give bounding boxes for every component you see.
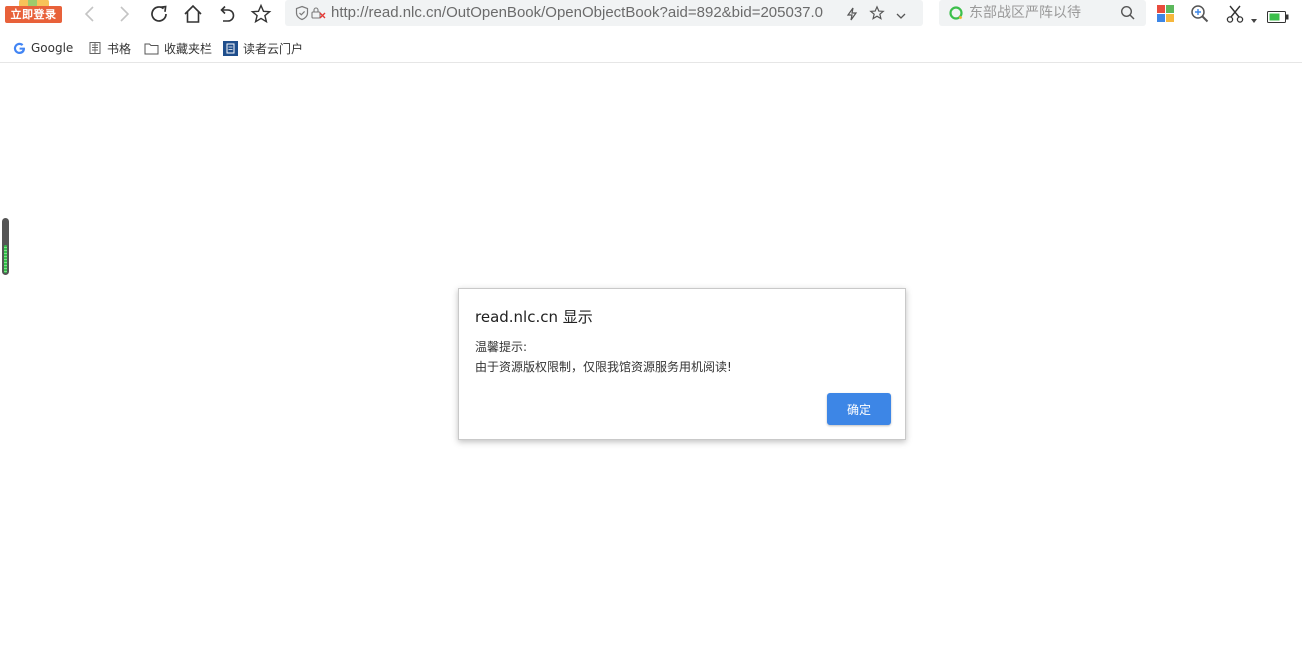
bookmark-star-icon[interactable]	[869, 5, 885, 25]
bookmark-label: Google	[31, 41, 74, 55]
folder-icon	[144, 42, 159, 55]
search-engine-icon[interactable]	[948, 5, 964, 25]
battery-icon[interactable]	[1267, 8, 1289, 27]
url-text[interactable]: http://read.nlc.cn/OutOpenBook/OpenObjec…	[331, 4, 839, 22]
insecure-connection-icon[interactable]	[310, 5, 326, 25]
search-input[interactable]	[969, 3, 1115, 23]
undo-icon	[216, 3, 238, 25]
back-button[interactable]	[78, 2, 102, 26]
forward-arrow-icon	[114, 4, 134, 24]
bookmark-label: 书格	[107, 41, 132, 56]
reader-cloud-icon	[223, 40, 238, 56]
dialog-title: read.nlc.cn 显示	[475, 308, 593, 326]
alert-dialog: read.nlc.cn 显示 温馨提示: 由于资源版权限制，仅限我馆资源服务用机…	[458, 288, 906, 440]
shield-icon[interactable]	[294, 5, 310, 25]
reload-button[interactable]	[147, 2, 171, 26]
dialog-message-line2: 由于资源版权限制，仅限我馆资源服务用机阅读!	[475, 360, 732, 374]
bookmark-google[interactable]: Google	[13, 39, 73, 57]
shuge-icon	[88, 41, 102, 55]
login-badge[interactable]: 立即登录	[5, 0, 62, 23]
bookmarks-bar: Google 书格 收藏夹栏 读者云门户	[0, 35, 1302, 63]
bookmark-label: 读者云门户	[243, 41, 304, 56]
favorite-button[interactable]	[249, 2, 273, 26]
forward-button[interactable]	[112, 2, 136, 26]
side-scroll-handle[interactable]	[2, 218, 9, 275]
caret-down-icon[interactable]	[1250, 10, 1258, 29]
bookmark-favorites-folder[interactable]: 收藏夹栏	[144, 39, 212, 57]
chevron-down-icon[interactable]	[895, 7, 907, 26]
dialog-message-line1: 温馨提示:	[475, 340, 528, 354]
apps-grid-icon[interactable]	[1157, 5, 1174, 26]
address-bar[interactable]: http://read.nlc.cn/OutOpenBook/OpenObjec…	[285, 0, 923, 26]
search-icon[interactable]	[1120, 5, 1136, 25]
ok-button[interactable]: 确定	[827, 393, 891, 425]
home-button[interactable]	[181, 2, 205, 26]
bookmark-label: 收藏夹栏	[164, 41, 213, 56]
undo-close-tab-button[interactable]	[215, 2, 239, 26]
reload-icon	[148, 3, 170, 25]
bookmark-reader-cloud[interactable]: 读者云门户	[223, 39, 303, 57]
dialog-message: 温馨提示: 由于资源版权限制，仅限我馆资源服务用机阅读!	[475, 337, 732, 377]
lightning-icon[interactable]	[845, 6, 859, 25]
scissors-icon[interactable]	[1225, 4, 1245, 28]
side-scroll-level	[4, 245, 7, 273]
star-icon	[250, 3, 272, 25]
translate-search-icon[interactable]	[1190, 4, 1210, 28]
home-icon	[182, 3, 204, 25]
back-arrow-icon	[80, 4, 100, 24]
google-icon	[13, 42, 26, 55]
bookmark-shuge[interactable]: 书格	[88, 39, 131, 57]
search-box[interactable]	[939, 0, 1146, 26]
browser-toolbar: 立即登录 http://read.nlc.cn/OutOpenBook/Open…	[0, 0, 1302, 30]
